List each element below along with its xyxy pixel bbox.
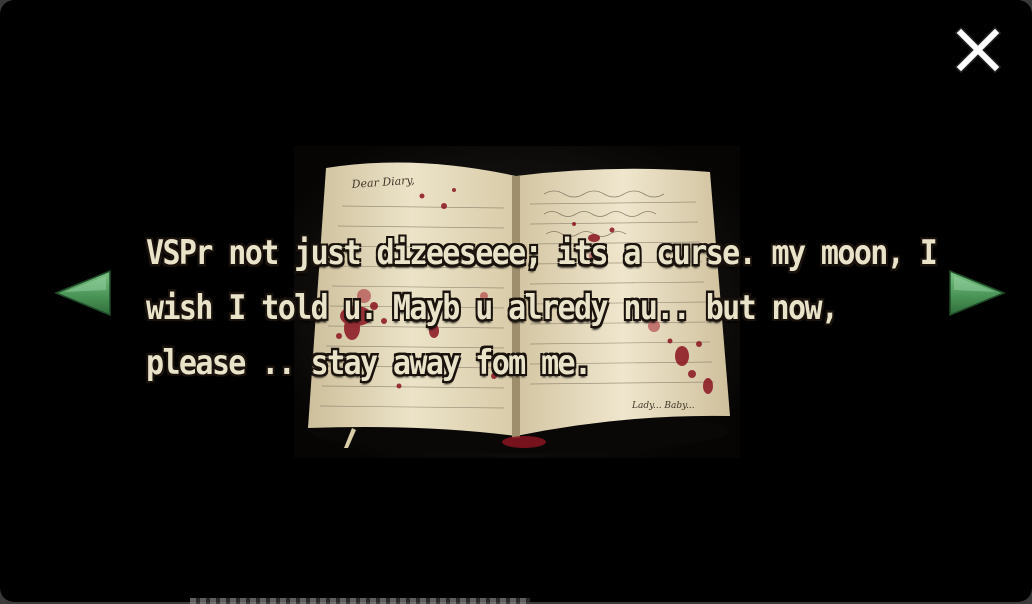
arrow-left-icon (54, 269, 111, 317)
next-page-button[interactable] (946, 268, 1008, 318)
diary-viewer-window: Dear Diary, Lady... Baby... VSPr not jus… (0, 0, 1032, 602)
background-text-strip (190, 598, 530, 604)
note-line-2: wish I told u. Mayb u alredy nu.. but no… (146, 288, 839, 328)
previous-page-button[interactable] (52, 268, 114, 318)
close-button[interactable] (950, 22, 1006, 78)
note-line-3: please .. stay away fom me. (146, 343, 592, 383)
arrow-right-icon (949, 269, 1006, 317)
close-icon (954, 26, 1002, 74)
note-line-1: VSPr not just dizeeseee; its a curse. my… (146, 233, 938, 274)
diary-note-text: VSPr not just dizeeseee; its a curse. my… (146, 226, 938, 391)
diary-signature-text: Lady... Baby... (631, 401, 695, 411)
